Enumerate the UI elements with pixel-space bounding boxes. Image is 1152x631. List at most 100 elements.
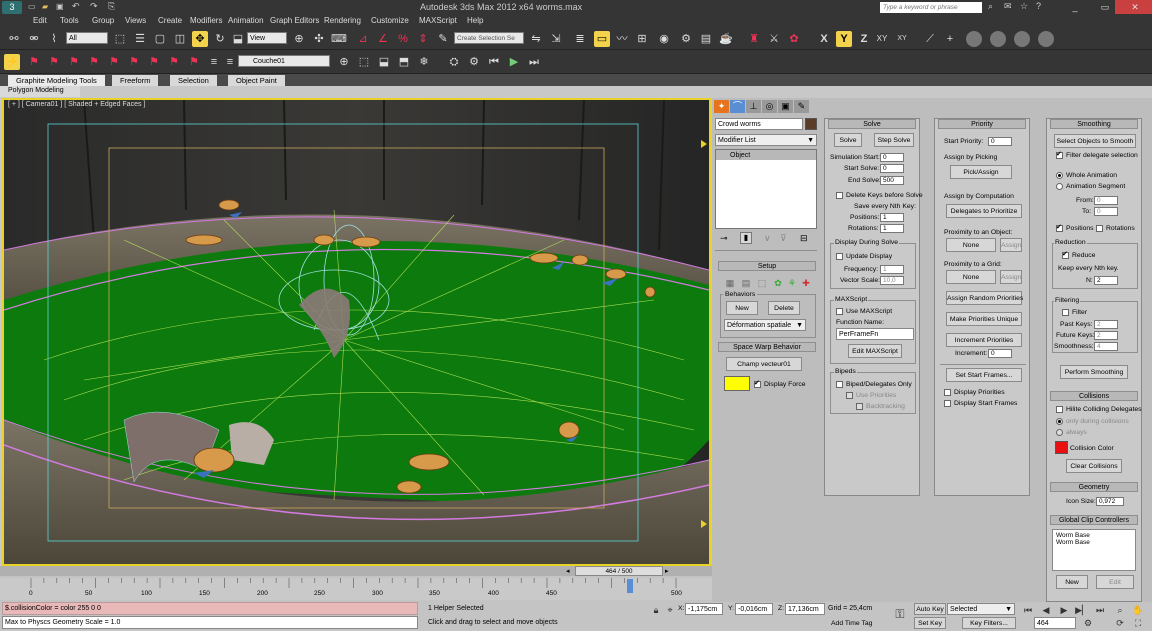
icon-size-spinner[interactable]: 0,972	[1096, 497, 1124, 506]
filter-delegate-checkbox[interactable]	[1056, 150, 1063, 159]
tab-motion-icon[interactable]: ◎	[762, 100, 777, 113]
reactor-tool-icon-6[interactable]: ⚑	[126, 54, 142, 70]
reactor-create-icon[interactable]: ⚔	[766, 31, 782, 47]
edit-named-selection-icon[interactable]: ✎	[435, 31, 451, 47]
quick-new-icon[interactable]: ▭	[28, 2, 36, 11]
reactor-icon[interactable]: ♜	[746, 31, 762, 47]
n-spinner[interactable]: 2	[1094, 276, 1118, 285]
mirror-icon[interactable]: ⇋	[528, 31, 544, 47]
reactor-icon-2[interactable]: ✿	[786, 31, 802, 47]
select-rotate-icon[interactable]: ↻	[212, 31, 228, 47]
time-slider-thumb[interactable]: 464 / 500	[575, 566, 663, 576]
add-time-tag-button[interactable]: Add Time Tag	[826, 617, 886, 629]
search-icon[interactable]: ⌕	[988, 1, 993, 12]
play-animation-icon[interactable]: ▶	[1056, 602, 1072, 618]
select-move-icon[interactable]: ✥	[192, 31, 208, 47]
force-color-swatch[interactable]	[724, 376, 750, 391]
key-mode-dropdown[interactable]: Selected ▼	[947, 603, 1015, 615]
gray-dot-icon-1[interactable]	[966, 31, 982, 47]
bind-spacewarp-icon[interactable]: ⌇	[46, 31, 62, 47]
increment-priorities-button[interactable]: Increment Priorities	[946, 333, 1022, 347]
clear-collisions-button[interactable]: Clear Collisions	[1066, 459, 1122, 473]
maxscript-listener-input[interactable]: Max to Physcs Geometry Scale = 1.0	[2, 616, 418, 629]
always-radio[interactable]	[1056, 429, 1063, 436]
rotations-spinner[interactable]: 1	[880, 224, 904, 233]
proximity-grid-assign-button[interactable]: Assign	[1000, 270, 1022, 284]
graphite-toggle-icon[interactable]: ▭	[594, 31, 610, 47]
y-coordinate-field[interactable]: -0,016cm	[735, 603, 773, 615]
curve-editor-icon[interactable]: 〰	[614, 31, 630, 47]
reference-coord-dropdown[interactable]: View	[247, 32, 287, 44]
backtracking-checkbox[interactable]	[856, 403, 863, 410]
frequency-spinner[interactable]: 1	[880, 265, 904, 274]
perform-smoothing-button[interactable]: Perform Smoothing	[1060, 365, 1128, 379]
reactor-tool-icon-9[interactable]: ⚑	[186, 54, 202, 70]
modifier-stack[interactable]: Object	[715, 149, 817, 229]
pivot-center-icon[interactable]: ⊕	[291, 31, 307, 47]
proximity-grid-none-button[interactable]: None	[946, 270, 996, 284]
tab-modify-icon[interactable]: ⌒	[730, 100, 745, 113]
layer-freeze-icon[interactable]: ❄	[416, 54, 432, 70]
hilite-checkbox[interactable]	[1056, 406, 1063, 413]
axis-xy2-button[interactable]: XY	[894, 31, 910, 47]
key-icon[interactable]: ⚿	[892, 606, 908, 622]
quick-open-icon[interactable]: ▰	[42, 2, 48, 11]
past-keys-spinner[interactable]: 2	[1094, 320, 1118, 329]
z-coordinate-field[interactable]: 17,136cm	[785, 603, 825, 615]
modifier-list-dropdown[interactable]: Modifier List ▼	[715, 134, 817, 146]
reactor-tool-icon-2[interactable]: ⚑	[46, 54, 62, 70]
increment-spinner[interactable]: 0	[988, 349, 1012, 358]
pick-assign-button[interactable]: Pick/Assign	[950, 165, 1012, 179]
spinner-snap-icon[interactable]: ⇕	[415, 31, 431, 47]
quick-save-icon[interactable]: ▣	[56, 2, 64, 11]
layer-add-icon[interactable]: ⊕	[336, 54, 352, 70]
tab-create-icon[interactable]: ✦	[714, 100, 729, 113]
viewport-camera01[interactable]: [ + ] [ Camera01 ] [ Shaded + Edged Face…	[2, 98, 711, 566]
display-start-frames-checkbox[interactable]	[944, 400, 951, 407]
positions-checkbox[interactable]	[1056, 223, 1063, 232]
layer-tool-icon-2[interactable]: ≡	[222, 54, 238, 70]
auto-key-button[interactable]: Auto Key	[914, 603, 946, 615]
proximity-object-none-button[interactable]: None	[946, 238, 996, 252]
ik-toggle-icon[interactable]: ⟋	[922, 31, 938, 47]
unlink-icon[interactable]: ⚮	[26, 31, 42, 47]
key-filters-button[interactable]: Key Filters...	[962, 617, 1016, 629]
link-icon[interactable]: ⚯	[6, 31, 22, 47]
play-icon[interactable]: ▶	[506, 54, 522, 70]
smoothness-spinner[interactable]: 4	[1094, 342, 1118, 351]
axis-x-button[interactable]: X	[816, 31, 832, 47]
show-end-result-icon[interactable]: ▮	[740, 232, 752, 244]
angle-snap-icon[interactable]: ∠	[375, 31, 391, 47]
rect-selection-icon[interactable]: ▢	[152, 31, 168, 47]
layer-select-objects-icon[interactable]: ⬓	[376, 54, 392, 70]
rewind-icon[interactable]: ⏮	[486, 54, 502, 70]
ribbon-tab-graphite[interactable]: Graphite Modeling Tools	[8, 75, 105, 86]
rotations-checkbox[interactable]	[1096, 225, 1103, 232]
menu-customize[interactable]: Customize	[371, 16, 409, 25]
menu-animation[interactable]: Animation	[228, 16, 264, 25]
priority-rollout-header[interactable]: Priority	[938, 119, 1026, 129]
filter-checkbox[interactable]	[1062, 309, 1069, 316]
hold-icon[interactable]: ⎘	[108, 1, 115, 12]
menu-create[interactable]: Create	[158, 16, 182, 25]
window-crossing-icon[interactable]: ◫	[172, 31, 188, 47]
behavior-delete-button[interactable]: Delete	[768, 301, 800, 315]
axis-y-button[interactable]: Y	[836, 31, 852, 47]
setup-icon-1[interactable]: ▦	[722, 275, 738, 291]
biped-delegates-checkbox[interactable]	[836, 381, 843, 388]
setup-rollout-header[interactable]: Setup	[718, 261, 816, 271]
collision-color-swatch[interactable]	[1055, 441, 1068, 454]
space-warp-pick-button[interactable]: Champ vecteur01	[726, 357, 802, 371]
help-icon[interactable]: ?	[1036, 1, 1041, 11]
whole-animation-radio[interactable]	[1056, 172, 1063, 179]
clip-controllers-list[interactable]: Worm Base Worm Base	[1052, 529, 1136, 571]
render-setup-icon[interactable]: ⚙	[678, 31, 694, 47]
menu-rendering[interactable]: Rendering	[324, 16, 361, 25]
snaps-toggle-icon[interactable]: ⊿	[355, 31, 371, 47]
collisions-rollout-header[interactable]: Collisions	[1050, 391, 1138, 401]
set-start-frames-button[interactable]: Set Start Frames...	[946, 368, 1022, 382]
maxscript-listener-output[interactable]: $.collisionColor = color 255 0 0	[2, 602, 418, 615]
tab-utilities-icon[interactable]: ✎	[794, 100, 809, 113]
delegates-to-prioritize-button[interactable]: Delegates to Prioritize	[946, 204, 1022, 218]
use-maxscript-checkbox[interactable]	[836, 308, 843, 315]
